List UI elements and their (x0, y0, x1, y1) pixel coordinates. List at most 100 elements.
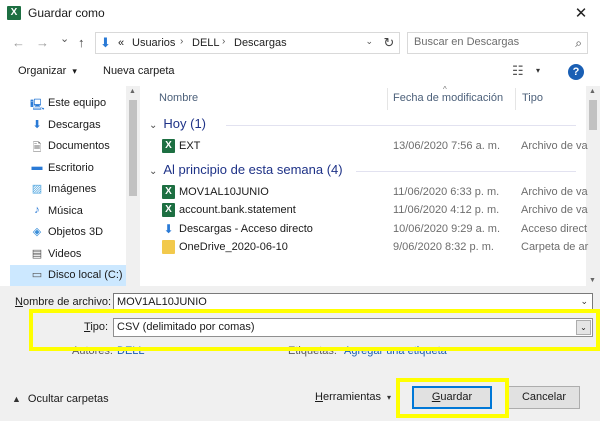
drive-icon: ▭ (31, 269, 43, 281)
window-title: Guardar como (28, 6, 105, 20)
column-header-name[interactable]: Nombre (159, 92, 198, 104)
forward-arrow-icon[interactable]: → (36, 35, 49, 50)
sidebar-item-label: Videos (48, 247, 82, 260)
download-folder-icon: ⬇ (100, 35, 111, 50)
navigation-pane: 🖳 Este equipo ⬇ Descargas 🗎 Documentos ▬ Escrit… (10, 86, 140, 286)
file-scrollbar-thumb[interactable] (589, 100, 597, 130)
column-divider[interactable] (515, 88, 516, 110)
scroll-up-icon[interactable]: ▲ (129, 88, 136, 95)
file-name: Descargas - Acceso directo (179, 222, 313, 235)
group-header[interactable]: ⌄ Al principio de esta semana (4) (149, 162, 343, 177)
address-dropdown-icon[interactable]: ⌄ (365, 36, 373, 47)
file-row[interactable]: Xaccount.bank.statement 11/06/2020 4:12 p… (159, 201, 600, 220)
nav-scrollbar[interactable]: ▲ (126, 86, 140, 286)
file-row[interactable]: X EXT 13/06/2020 7:56 a. m. Archivo de va (159, 137, 600, 156)
breadcrumb-descargas[interactable]: Descargas (234, 37, 287, 49)
file-name: EXT (179, 140, 201, 152)
file-date: 9/06/2020 8:32 p. m. (393, 241, 494, 253)
sidebar-item-escritorio[interactable]: ▬ Escritorio (10, 158, 128, 179)
desktop-icon: ▬ (31, 160, 43, 173)
view-dropdown-icon[interactable]: ▾ (536, 66, 540, 75)
help-icon[interactable]: ? (568, 64, 584, 80)
file-row[interactable]: OneDrive_2020-06-10 9/06/2020 8:32 p. m. C… (159, 238, 600, 257)
excel-app-icon: X (7, 6, 21, 20)
refresh-icon[interactable]: ↻ (378, 32, 400, 54)
group-divider (226, 125, 576, 126)
filename-value: MOV1AL10JUNIO (117, 296, 207, 308)
chevron-down-icon: ▾ (387, 393, 392, 402)
sidebar-item-este-equipo[interactable]: 🖳 Este equipo (10, 93, 128, 114)
sidebar-item-documentos[interactable]: 🗎 Documentos (10, 136, 128, 157)
sidebar-item-label: Objetos 3D (48, 226, 104, 238)
file-name: OneDrive_2020-06-10 (179, 241, 288, 253)
shortcut-icon: ⬇ (163, 221, 174, 236)
excel-file-icon: X (162, 203, 175, 217)
file-name: MOV1AL10JUNIO (179, 185, 269, 198)
save-button-highlight (396, 378, 509, 418)
sidebar-item-label: Disco local (C:) (48, 269, 123, 281)
breadcrumb-dell[interactable]: DELL (192, 37, 220, 49)
excel-file-icon: X (162, 184, 175, 199)
videos-icon: ▤ (31, 247, 43, 260)
cancel-button[interactable]: Cancelar (508, 386, 580, 409)
breadcrumb-separator[interactable]: › (222, 36, 225, 47)
column-header-type[interactable]: Tipo (522, 92, 543, 104)
up-arrow-icon[interactable]: ↑ (78, 35, 85, 50)
hide-folders-button[interactable]: ▲ Ocultar carpetas (12, 393, 109, 405)
column-divider[interactable] (387, 88, 388, 110)
search-input[interactable] (414, 36, 564, 48)
file-row[interactable]: ⬇ Descargas - Acceso directo 10/06/2020 9:… (159, 220, 600, 239)
new-folder-button[interactable]: Nueva carpeta (103, 65, 175, 77)
file-type: Acceso direct (521, 222, 588, 235)
chevron-down-icon: ⌄ (149, 120, 158, 131)
chevron-down-icon: ▾ (72, 66, 77, 76)
view-options-icon[interactable]: ☷ (512, 63, 524, 79)
recent-locations-icon[interactable]: ⌄ (60, 32, 69, 45)
sidebar-item-label: Descargas (48, 118, 101, 131)
column-header-date[interactable]: Fecha de modificación (393, 92, 503, 104)
scroll-down-icon[interactable]: ▼ (589, 277, 596, 284)
folder-icon (162, 240, 175, 254)
back-arrow-icon[interactable]: ← (12, 35, 25, 50)
organize-button[interactable]: Organizar ▾ (18, 65, 77, 77)
sidebar-item-música[interactable]: ♪ Música (10, 201, 128, 222)
save-form: Nombre de archivo: MOV1AL10JUNIO ⌄ Tipo:… (0, 286, 600, 421)
file-type: Archivo de va (521, 140, 588, 152)
address-bar[interactable]: ⬇ « Usuarios › DELL › Descargas ⌄ (95, 32, 400, 54)
chevron-down-icon[interactable]: ⌄ (580, 296, 588, 307)
file-type: Archivo de va (521, 204, 588, 216)
computer-icon: 🖳 (30, 99, 45, 111)
file-date: 13/06/2020 7:56 a. m. (393, 140, 501, 152)
group-title: Hoy (1) (163, 116, 207, 131)
sidebar-item-objetos-3d[interactable]: ◈ Objetos 3D (10, 222, 128, 243)
breadcrumb-usuarios[interactable]: Usuarios (132, 37, 175, 49)
sidebar-item-descargas[interactable]: ⬇ Descargas (10, 115, 128, 136)
tools-button[interactable]: Herramientas ▾ (315, 391, 391, 403)
file-name: account.bank.statement (179, 204, 296, 216)
sidebar-item-imágenes[interactable]: ▨ Imágenes (10, 179, 128, 200)
file-type: Archivo de va (521, 185, 588, 198)
objects-3d-icon: ◈ (32, 226, 42, 238)
file-row[interactable]: X MOV1AL10JUNIO 11/06/2020 6:33 p. m. Archi… (159, 183, 600, 202)
sidebar-item-label: Escritorio (48, 161, 94, 174)
breadcrumb-separator[interactable]: › (180, 36, 183, 47)
pictures-icon: ▨ (31, 183, 43, 195)
close-button[interactable]: ✕ (562, 0, 600, 27)
sidebar-item-label: Documentos (48, 140, 110, 152)
file-list: ^ Nombre Fecha de modificación Tipo ▲ ▼ … (141, 86, 600, 286)
breadcrumb-overflow[interactable]: « (118, 37, 124, 49)
search-icon[interactable]: ⌕ (575, 36, 582, 51)
scroll-up-icon[interactable]: ▲ (589, 88, 596, 95)
file-date: 11/06/2020 4:12 p. m. (393, 204, 500, 216)
file-date: 11/06/2020 6:33 p. m. (393, 185, 500, 198)
sidebar-item-disco-local-c[interactable]: ▭ Disco local (C:) (10, 265, 128, 286)
sidebar-item-videos[interactable]: ▤ Videos (10, 244, 128, 265)
documents-icon: 🗎 (32, 142, 42, 154)
search-box[interactable]: ⌕ (407, 32, 588, 54)
sidebar-item-label: Este equipo (48, 97, 107, 109)
nav-scrollbar-thumb[interactable] (129, 100, 137, 196)
file-type-highlight (29, 309, 600, 351)
chevron-up-icon: ▲ (12, 394, 21, 404)
command-bar: Organizar ▾ Nueva carpeta ☷ ▾ ? (0, 59, 600, 86)
group-header[interactable]: ⌄ Hoy (1) (149, 116, 206, 131)
